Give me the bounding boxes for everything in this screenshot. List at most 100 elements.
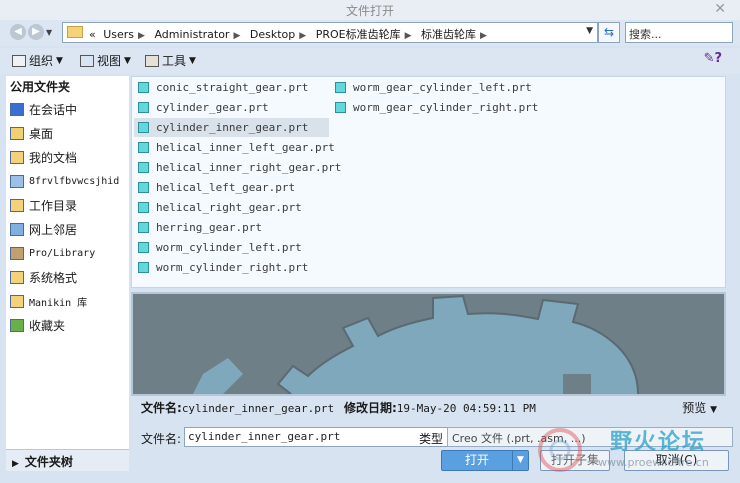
part-file-icon xyxy=(138,82,149,93)
part-file-icon xyxy=(138,102,149,113)
sidebar-item-label: 在会话中 xyxy=(29,102,78,117)
back-arrow-icon[interactable]: ◀ xyxy=(10,24,26,40)
file-name: helical_inner_left_gear.prt xyxy=(156,141,335,154)
filename-input[interactable]: cylinder_inner_gear.prt xyxy=(184,427,450,447)
file-item[interactable]: helical_inner_right_gear.prt xyxy=(134,158,341,177)
info-date-value: 19-May-20 04:59:11 PM xyxy=(396,402,536,415)
sidebar-item-label: 系统格式 xyxy=(29,270,78,285)
file-item[interactable]: helical_right_gear.prt xyxy=(134,198,329,217)
breadcrumb-item[interactable]: PROE标准齿轮库 xyxy=(316,28,401,41)
file-name: helical_inner_right_gear.prt xyxy=(156,161,342,174)
working-dir-icon xyxy=(10,198,24,212)
type-label: 类型 xyxy=(419,432,444,446)
file-name: herring_gear.prt xyxy=(156,221,262,234)
manikin-icon xyxy=(10,294,24,308)
breadcrumb-item[interactable]: 标准齿轮库 xyxy=(421,28,476,41)
file-list[interactable]: conic_straight_gear.prt cylinder_gear.pr… xyxy=(131,76,726,288)
organize-icon xyxy=(12,54,26,67)
chevron-right-icon[interactable]: ▶ xyxy=(480,31,487,41)
chevron-right-icon[interactable]: ▶ xyxy=(233,31,240,41)
file-item[interactable]: worm_gear_cylinder_right.prt xyxy=(331,98,538,117)
address-bar[interactable]: « Users ▶ Administrator ▶ Desktop ▶ PROE标准齿… xyxy=(62,22,598,43)
sidebar-item-system-format[interactable]: 系统格式 xyxy=(6,265,129,289)
file-item[interactable]: worm_cylinder_left.prt xyxy=(134,238,329,257)
file-item[interactable]: conic_straight_gear.prt xyxy=(134,78,329,97)
chevron-down-icon[interactable]: ▼ xyxy=(512,451,528,470)
address-row: ◀ ▶ ▼ « Users ▶ Administrator ▶ Desktop ▶ P… xyxy=(0,20,740,46)
part-file-icon xyxy=(138,122,149,133)
sidebar-item-label: Manikin 库 xyxy=(29,297,88,309)
filename-row: 文件名: cylinder_inner_gear.prt 类型 Creo 文件 … xyxy=(141,427,733,449)
breadcrumb-overflow[interactable]: « xyxy=(89,28,96,41)
file-item[interactable]: helical_left_gear.prt xyxy=(134,178,329,197)
sidebar-item-computer[interactable]: 8frvlfbvwcsjhid xyxy=(6,169,129,193)
sidebar-item-in-session[interactable]: 在会话中 xyxy=(6,97,129,121)
file-name: conic_straight_gear.prt xyxy=(156,81,309,94)
part-file-icon xyxy=(138,202,149,213)
open-button[interactable]: 打开 ▼ xyxy=(441,450,529,471)
sidebar-item-my-documents[interactable]: 我的文档 xyxy=(6,145,129,169)
open-subset-button[interactable]: 打开子集 xyxy=(540,450,610,471)
view-icon xyxy=(80,54,94,67)
file-name: helical_left_gear.prt xyxy=(156,181,296,194)
sidebar-item-working-dir[interactable]: 工作目录 xyxy=(6,193,129,217)
sidebar-item-manikin[interactable]: Manikin 库 xyxy=(6,289,129,313)
sidebar-item-favorites[interactable]: 收藏夹 xyxy=(6,313,129,337)
part-file-icon xyxy=(138,142,149,153)
help-icon[interactable]: ✎? xyxy=(704,51,722,66)
refresh-icon[interactable]: ⇆ xyxy=(598,22,620,43)
expand-arrow-icon: ▶ xyxy=(12,459,19,469)
history-dropdown-icon[interactable]: ▼ xyxy=(46,28,52,37)
sidebar-item-label: 我的文档 xyxy=(29,150,78,165)
file-name: worm_cylinder_right.prt xyxy=(156,261,309,274)
views-menu[interactable]: 视图 ▼ xyxy=(80,52,131,69)
folder-tree-toggle[interactable]: ▶ 文件夹树 xyxy=(6,449,129,471)
file-item[interactable]: worm_cylinder_right.prt xyxy=(134,258,329,277)
file-item[interactable]: herring_gear.prt xyxy=(134,218,329,237)
file-name: helical_right_gear.prt xyxy=(156,201,302,214)
forward-arrow-icon[interactable]: ▶ xyxy=(28,24,44,40)
folder-tree-label: 文件夹树 xyxy=(24,455,73,469)
info-date-label: 修改日期: xyxy=(343,401,397,415)
chevron-right-icon[interactable]: ▶ xyxy=(138,31,145,41)
sidebar-item-label: 桌面 xyxy=(29,126,54,141)
file-name: cylinder_inner_gear.prt xyxy=(156,121,309,134)
breadcrumb-item[interactable]: Administrator xyxy=(154,28,229,41)
file-name: cylinder_gear.prt xyxy=(156,101,269,114)
window-title: 文件打开 xyxy=(345,4,394,18)
file-item[interactable]: worm_gear_cylinder_left.prt xyxy=(331,78,532,97)
file-type-value: Creo 文件 (.prt, .asm, ...) xyxy=(452,432,586,445)
gear-preview-image xyxy=(133,294,724,394)
sidebar-item-network[interactable]: 网上邻居 xyxy=(6,217,129,241)
chevron-right-icon[interactable]: ▶ xyxy=(405,31,412,41)
part-file-icon xyxy=(138,242,149,253)
search-input[interactable]: 搜索... xyxy=(625,22,733,43)
cancel-button[interactable]: 取消(C) xyxy=(624,450,729,471)
monitor-icon xyxy=(10,102,24,116)
file-item-selected[interactable]: cylinder_inner_gear.prt xyxy=(134,118,329,137)
tools-label: 工具 xyxy=(162,54,187,68)
title-bar: 文件打开 ✕ xyxy=(0,0,740,20)
info-filename-label: 文件名: xyxy=(141,401,182,415)
close-icon[interactable]: ✕ xyxy=(714,1,726,17)
breadcrumb-item[interactable]: Users xyxy=(103,28,134,41)
chevron-down-icon: ▼ xyxy=(710,405,717,415)
sidebar-item-pro-library[interactable]: Pro/Library xyxy=(6,241,129,265)
sidebar-item-label: 网上邻居 xyxy=(29,222,78,237)
favorites-icon xyxy=(10,318,24,332)
organize-menu[interactable]: 组织 ▼ xyxy=(12,52,63,69)
file-type-select[interactable]: Creo 文件 (.prt, .asm, ...) xyxy=(447,427,733,447)
sidebar-item-desktop[interactable]: 桌面 xyxy=(6,121,129,145)
tools-menu[interactable]: 工具 ▼ xyxy=(145,52,196,69)
preview-toggle[interactable]: 预览 ▼ xyxy=(682,399,717,416)
file-item[interactable]: cylinder_gear.prt xyxy=(134,98,329,117)
breadcrumb[interactable]: « Users ▶ Administrator ▶ Desktop ▶ PROE标准齿… xyxy=(89,26,493,42)
preview-pane xyxy=(131,292,726,396)
sidebar-item-label: Pro/Library xyxy=(29,247,96,259)
chevron-right-icon[interactable]: ▶ xyxy=(299,31,306,41)
desktop-icon xyxy=(10,126,24,140)
breadcrumb-item[interactable]: Desktop xyxy=(250,28,295,41)
system-format-icon xyxy=(10,270,24,284)
file-item[interactable]: helical_inner_left_gear.prt xyxy=(134,138,335,157)
chevron-down-icon[interactable]: ▼ xyxy=(586,26,593,36)
